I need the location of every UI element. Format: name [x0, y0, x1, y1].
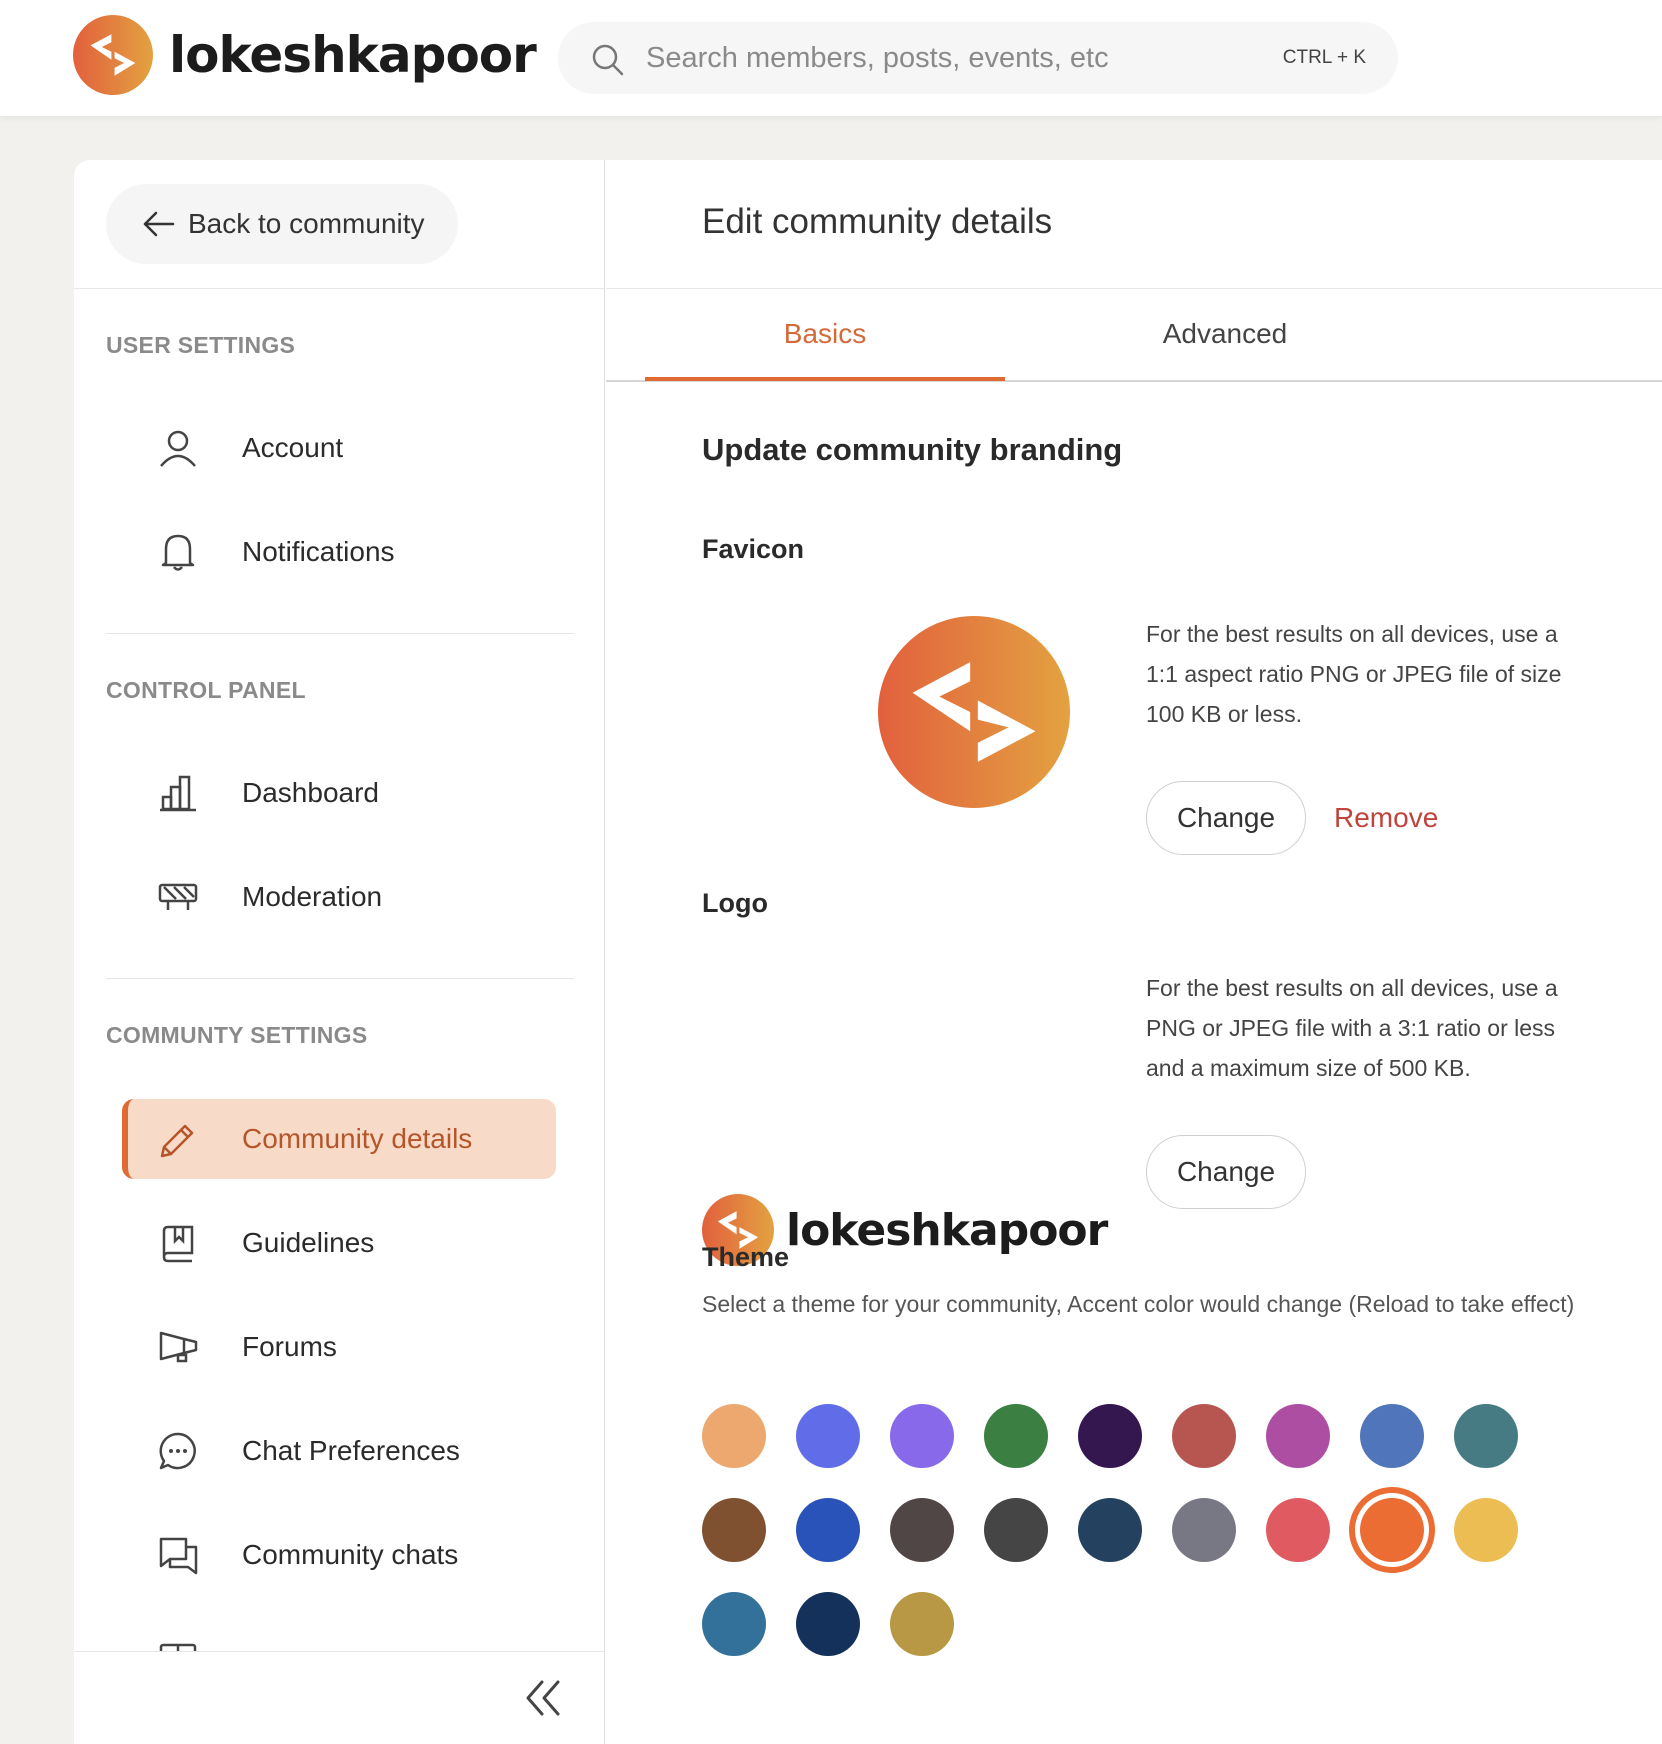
sidebar-item-label: Moderation — [242, 881, 383, 912]
theme-swatch[interactable] — [984, 1404, 1048, 1468]
theme-swatch[interactable] — [1078, 1498, 1142, 1562]
favicon-code-icon — [912, 662, 1036, 762]
theme-swatch[interactable] — [1078, 1404, 1142, 1468]
main-content: Edit community details Basics Advanced U… — [606, 160, 1662, 1744]
theme-swatch[interactable] — [1172, 1498, 1236, 1562]
sidebar-item-label: Forums — [242, 1331, 337, 1362]
section-title-user-settings: USER SETTINGS — [106, 332, 296, 358]
settings-sidebar: Back to community USER SETTINGS Account … — [74, 160, 605, 1744]
barrier-icon — [158, 883, 198, 910]
chats-icon — [159, 1537, 198, 1575]
sidebar-item-community-chats[interactable]: Community chats — [122, 1515, 556, 1595]
logo-brand-name: lokeshkapoor — [786, 1204, 1108, 1256]
theme-swatch[interactable] — [796, 1592, 860, 1656]
collapse-sidebar-button[interactable] — [522, 1678, 566, 1718]
sidebar-item-forums[interactable]: Forums — [122, 1307, 556, 1387]
theme-swatch[interactable] — [702, 1498, 766, 1562]
divider — [106, 633, 574, 634]
theme-swatch[interactable] — [890, 1498, 954, 1562]
favicon-preview — [878, 616, 1070, 808]
theme-swatch[interactable] — [1454, 1404, 1518, 1468]
brand-mark-icon — [73, 15, 153, 95]
section-title-community-settings: COMMUNTY SETTINGS — [106, 1022, 368, 1048]
sidebar-item-label: Guidelines — [242, 1227, 375, 1258]
sidebar-item-label: Community details — [242, 1123, 473, 1154]
sidebar-item-moderation[interactable]: Moderation — [122, 857, 556, 937]
theme-swatch[interactable] — [702, 1592, 766, 1656]
megaphone-icon — [159, 1331, 198, 1363]
search-shortcut-hint: CTRL + K — [1282, 47, 1366, 68]
tab-basics[interactable]: Basics — [645, 288, 1005, 380]
sidebar-item-label: Chat Preferences — [242, 1435, 460, 1466]
theme-swatch[interactable] — [1266, 1404, 1330, 1468]
theme-description: Select a theme for your community, Accen… — [702, 1291, 1575, 1317]
search-placeholder: Search members, posts, events, etc — [646, 42, 1109, 74]
back-to-community-button[interactable]: Back to community — [106, 184, 458, 264]
logo-change-button[interactable]: Change — [1146, 1135, 1306, 1209]
arrow-left-icon — [143, 211, 175, 237]
theme-swatch[interactable] — [1172, 1404, 1236, 1468]
back-label: Back to community — [188, 208, 425, 239]
sidebar-item-dashboard[interactable]: Dashboard — [122, 753, 556, 833]
brand-logo[interactable]: lokeshkapoor — [73, 14, 537, 96]
section-title-control-panel: CONTROL PANEL — [106, 677, 306, 703]
theme-swatch[interactable] — [890, 1404, 954, 1468]
page-title: Edit community details — [702, 202, 1053, 241]
sidebar-item-account[interactable]: Account — [122, 408, 556, 488]
settings-card: Back to community USER SETTINGS Account … — [74, 160, 1662, 1744]
active-tab-indicator — [645, 377, 1005, 381]
tab-advanced[interactable]: Advanced — [1045, 288, 1405, 380]
book-icon — [162, 1225, 194, 1263]
sidebar-item-label: Dashboard — [242, 777, 379, 808]
sidebar-item-community-details[interactable]: Community details — [122, 1099, 556, 1179]
sidebar-item-chat-preferences[interactable]: Chat Preferences — [122, 1411, 556, 1491]
logo-heading: Logo — [702, 888, 768, 918]
pencil-icon — [160, 1124, 194, 1158]
branding-heading: Update community branding — [702, 432, 1123, 467]
favicon-remove-button[interactable]: Remove — [1334, 781, 1438, 855]
search-input[interactable]: Search members, posts, events, etc CTRL … — [558, 22, 1398, 94]
brand-name: lokeshkapoor — [169, 26, 537, 84]
sidebar-item-label: Community chats — [242, 1539, 459, 1570]
theme-swatch[interactable] — [1266, 1498, 1330, 1562]
logo-help-text: For the best results on all devices, use… — [1146, 975, 1558, 1081]
favicon-heading: Favicon — [702, 534, 805, 564]
theme-swatch[interactable] — [984, 1498, 1048, 1562]
user-icon — [160, 430, 196, 467]
favicon-change-button[interactable]: Change — [1146, 781, 1306, 855]
sidebar-item-label: Notifications — [242, 536, 395, 567]
sidebar-footer — [74, 1651, 604, 1744]
divider — [74, 288, 604, 289]
theme-swatch[interactable] — [1360, 1404, 1424, 1468]
theme-swatch[interactable] — [702, 1404, 766, 1468]
theme-swatch[interactable] — [796, 1498, 860, 1562]
divider — [106, 978, 574, 979]
sidebar-item-guidelines[interactable]: Guidelines — [122, 1203, 556, 1283]
search-icon — [592, 44, 624, 76]
favicon-help-text: For the best results on all devices, use… — [1146, 621, 1562, 727]
theme-swatch-selected[interactable] — [1360, 1498, 1424, 1562]
chat-bubble-icon — [159, 1432, 196, 1470]
theme-swatch[interactable] — [796, 1404, 860, 1468]
sidebar-item-label: Account — [242, 432, 344, 463]
theme-swatch[interactable] — [1454, 1498, 1518, 1562]
sidebar-item-notifications[interactable]: Notifications — [122, 512, 556, 592]
bell-icon — [161, 534, 195, 571]
top-bar: lokeshkapoor Search members, posts, even… — [0, 0, 1662, 116]
theme-heading: Theme — [702, 1242, 790, 1272]
bar-chart-icon — [160, 775, 196, 812]
theme-swatch[interactable] — [890, 1592, 954, 1656]
